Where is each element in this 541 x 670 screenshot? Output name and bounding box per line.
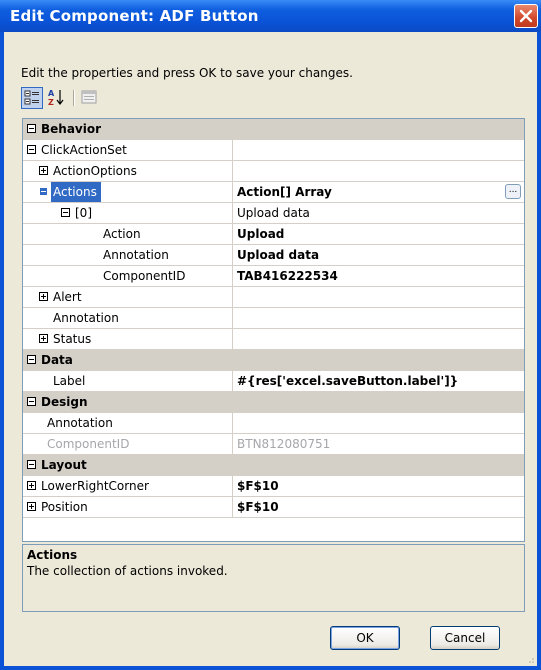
category-label: Layout xyxy=(41,458,87,472)
grid-category-row[interactable]: Design xyxy=(23,392,524,413)
svg-text:A: A xyxy=(48,89,55,98)
categorized-button[interactable] xyxy=(21,87,43,109)
property-value[interactable] xyxy=(232,287,522,307)
property-grid[interactable]: Behavior ClickActionSet ActionOptions Actio… xyxy=(22,118,525,542)
alphabetical-sort-icon: A Z xyxy=(48,89,64,107)
collapse-minus-icon[interactable] xyxy=(27,460,36,469)
property-name: Action xyxy=(103,227,141,241)
description-text: The collection of actions invoked. xyxy=(27,564,228,578)
grid-property-row[interactable]: LowerRightCorner $F$10 xyxy=(23,476,524,497)
property-value[interactable] xyxy=(232,161,522,181)
grid-property-row[interactable]: Actions Action[] Array... xyxy=(23,182,524,203)
grid-category-row[interactable]: Behavior xyxy=(23,119,524,140)
property-value[interactable]: #{res['excel.saveButton.label']} xyxy=(232,371,522,391)
svg-text:Z: Z xyxy=(48,98,54,107)
property-value[interactable] xyxy=(232,329,522,349)
window-title: Edit Component: ADF Button xyxy=(10,7,259,25)
grid-property-row[interactable]: Status xyxy=(23,329,524,350)
expand-plus-icon[interactable] xyxy=(39,334,48,343)
grid-property-row[interactable]: ComponentID BTN812080751 xyxy=(23,434,524,455)
grid-property-row[interactable]: Annotation Upload data xyxy=(23,245,524,266)
grid-category-row[interactable]: Data xyxy=(23,350,524,371)
property-name: LowerRightCorner xyxy=(41,479,149,493)
grid-property-row[interactable]: Annotation xyxy=(23,413,524,434)
grid-property-row[interactable]: Action Upload xyxy=(23,224,524,245)
ok-button[interactable]: OK xyxy=(330,626,400,650)
collapse-minus-icon[interactable] xyxy=(27,355,36,364)
property-name: Label xyxy=(53,374,86,388)
ellipsis-button[interactable]: ... xyxy=(505,184,521,199)
grid-property-row[interactable]: Position $F$10 xyxy=(23,497,524,518)
title-bar[interactable]: Edit Component: ADF Button xyxy=(0,0,541,32)
dialog-body: Edit the properties and press OK to save… xyxy=(4,32,537,666)
property-name: Annotation xyxy=(103,248,169,262)
category-label: Design xyxy=(41,395,88,409)
property-value[interactable]: $F$10 xyxy=(232,497,522,517)
property-value[interactable]: Upload xyxy=(232,224,522,244)
property-value[interactable] xyxy=(232,140,522,160)
expand-plus-icon[interactable] xyxy=(39,292,48,301)
grid-property-row[interactable]: ComponentID TAB416222534 xyxy=(23,266,524,287)
grid-property-row[interactable]: ActionOptions xyxy=(23,161,524,182)
cancel-button[interactable]: Cancel xyxy=(430,626,500,650)
property-value[interactable]: Upload data xyxy=(232,203,522,223)
instructions-text: Edit the properties and press OK to save… xyxy=(21,66,353,80)
property-pages-icon xyxy=(81,90,97,104)
property-value[interactable]: BTN812080751 xyxy=(232,434,522,454)
close-button[interactable] xyxy=(514,4,538,28)
property-name: Annotation xyxy=(47,416,113,430)
toolbar-separator xyxy=(73,90,75,106)
property-name: ClickActionSet xyxy=(41,143,127,157)
collapse-minus-icon[interactable] xyxy=(27,397,36,406)
close-icon xyxy=(519,9,533,23)
resize-grip-icon[interactable] xyxy=(525,654,535,664)
category-label: Behavior xyxy=(41,122,102,136)
grid-property-row[interactable]: [0] Upload data xyxy=(23,203,524,224)
property-name: ComponentID xyxy=(47,437,130,451)
property-value[interactable]: Upload data xyxy=(232,245,522,265)
grid-property-row[interactable]: Label #{res['excel.saveButton.label']} xyxy=(23,371,524,392)
property-name: Alert xyxy=(53,290,82,304)
grid-property-row[interactable]: Alert xyxy=(23,287,524,308)
property-value[interactable]: $F$10 xyxy=(232,476,522,496)
property-value[interactable] xyxy=(232,413,522,433)
property-name: Status xyxy=(53,332,92,346)
categorized-icon xyxy=(24,90,39,105)
property-name: ActionOptions xyxy=(53,164,137,178)
description-title: Actions xyxy=(27,548,78,562)
property-value[interactable]: TAB416222534 xyxy=(232,266,522,286)
collapse-minus-icon[interactable] xyxy=(61,208,70,217)
property-pages-button[interactable] xyxy=(79,87,101,109)
expand-plus-icon[interactable] xyxy=(27,481,36,490)
property-name: [0] xyxy=(75,206,92,220)
property-name: Actions xyxy=(51,182,101,202)
property-name: ComponentID xyxy=(103,269,186,283)
collapse-minus-icon[interactable] xyxy=(39,187,48,196)
description-panel: Actions The collection of actions invoke… xyxy=(22,544,525,612)
collapse-minus-icon[interactable] xyxy=(27,124,36,133)
property-name: Annotation xyxy=(53,311,119,325)
collapse-minus-icon[interactable] xyxy=(27,145,36,154)
grid-category-row[interactable]: Layout xyxy=(23,455,524,476)
alphabetical-button[interactable]: A Z xyxy=(46,87,68,109)
property-value[interactable] xyxy=(232,308,522,328)
expand-plus-icon[interactable] xyxy=(27,502,36,511)
grid-property-row[interactable]: Annotation xyxy=(23,308,524,329)
property-value[interactable]: Action[] Array xyxy=(232,182,522,202)
category-label: Data xyxy=(41,353,73,367)
property-name: Position xyxy=(41,500,88,514)
dialog-window: Edit Component: ADF Button Edit the prop… xyxy=(0,0,541,670)
expand-plus-icon[interactable] xyxy=(39,166,48,175)
grid-property-row[interactable]: ClickActionSet xyxy=(23,140,524,161)
